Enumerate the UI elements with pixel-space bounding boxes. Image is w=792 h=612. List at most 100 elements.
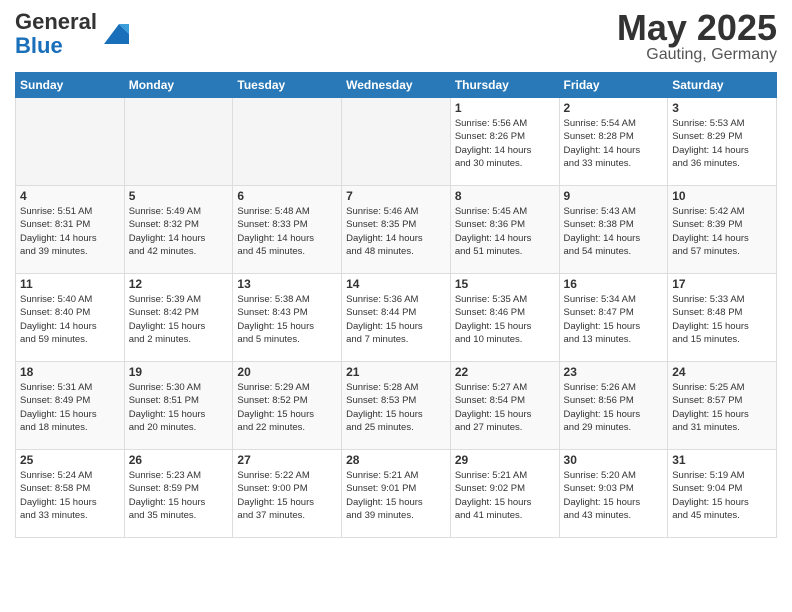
day-number: 3 (672, 101, 772, 115)
day-number: 23 (564, 365, 664, 379)
day-number: 31 (672, 453, 772, 467)
day-info: Sunrise: 5:38 AM Sunset: 8:43 PM Dayligh… (237, 293, 337, 346)
day-info: Sunrise: 5:34 AM Sunset: 8:47 PM Dayligh… (564, 293, 664, 346)
day-number: 24 (672, 365, 772, 379)
day-info: Sunrise: 5:27 AM Sunset: 8:54 PM Dayligh… (455, 381, 555, 434)
day-cell: 1 Sunrise: 5:56 AM Sunset: 8:26 PM Daylig… (450, 98, 559, 186)
day-cell: 14 Sunrise: 5:36 AM Sunset: 8:44 PM Dayli… (342, 274, 451, 362)
day-number: 9 (564, 189, 664, 203)
day-cell (16, 98, 125, 186)
day-cell: 18Sunrise: 5:31 AM Sunset: 8:49 PM Dayli… (16, 362, 125, 450)
day-number: 7 (346, 189, 446, 203)
col-header-friday: Friday (559, 73, 668, 98)
day-number: 22 (455, 365, 555, 379)
day-number: 14 (346, 277, 446, 291)
day-number: 4 (20, 189, 120, 203)
day-info: Sunrise: 5:30 AM Sunset: 8:51 PM Dayligh… (129, 381, 229, 434)
day-cell: 30 Sunrise: 5:20 AM Sunset: 9:03 PM Dayli… (559, 450, 668, 538)
day-info: Sunrise: 5:28 AM Sunset: 8:53 PM Dayligh… (346, 381, 446, 434)
day-number: 16 (564, 277, 664, 291)
day-info: Sunrise: 5:42 AM Sunset: 8:39 PM Dayligh… (672, 205, 772, 258)
header-row: SundayMondayTuesdayWednesdayThursdayFrid… (16, 73, 777, 98)
week-row-4: 18Sunrise: 5:31 AM Sunset: 8:49 PM Dayli… (16, 362, 777, 450)
day-number: 5 (129, 189, 229, 203)
day-number: 20 (237, 365, 337, 379)
header: General Blue May 2025 Gauting, Germany (15, 10, 777, 64)
col-header-thursday: Thursday (450, 73, 559, 98)
day-cell: 10 Sunrise: 5:42 AM Sunset: 8:39 PM Dayli… (668, 186, 777, 274)
day-info: Sunrise: 5:21 AM Sunset: 9:02 PM Dayligh… (455, 469, 555, 522)
day-number: 26 (129, 453, 229, 467)
day-number: 1 (455, 101, 555, 115)
day-info: Sunrise: 5:45 AM Sunset: 8:36 PM Dayligh… (455, 205, 555, 258)
day-cell: 3 Sunrise: 5:53 AM Sunset: 8:29 PM Daylig… (668, 98, 777, 186)
day-cell: 27 Sunrise: 5:22 AM Sunset: 9:00 PM Dayli… (233, 450, 342, 538)
day-cell: 31 Sunrise: 5:19 AM Sunset: 9:04 PM Dayli… (668, 450, 777, 538)
day-cell: 13 Sunrise: 5:38 AM Sunset: 8:43 PM Dayli… (233, 274, 342, 362)
day-number: 30 (564, 453, 664, 467)
day-number: 11 (20, 277, 120, 291)
day-cell (342, 98, 451, 186)
col-header-tuesday: Tuesday (233, 73, 342, 98)
day-cell: 16 Sunrise: 5:34 AM Sunset: 8:47 PM Dayli… (559, 274, 668, 362)
day-number: 21 (346, 365, 446, 379)
day-info: Sunrise: 5:24 AM Sunset: 8:58 PM Dayligh… (20, 469, 120, 522)
day-cell: 6 Sunrise: 5:48 AM Sunset: 8:33 PM Daylig… (233, 186, 342, 274)
day-cell: 7Sunrise: 5:46 AM Sunset: 8:35 PM Daylig… (342, 186, 451, 274)
col-header-sunday: Sunday (16, 73, 125, 98)
day-cell: 2 Sunrise: 5:54 AM Sunset: 8:28 PM Daylig… (559, 98, 668, 186)
day-cell: 23 Sunrise: 5:26 AM Sunset: 8:56 PM Dayli… (559, 362, 668, 450)
day-info: Sunrise: 5:36 AM Sunset: 8:44 PM Dayligh… (346, 293, 446, 346)
day-info: Sunrise: 5:19 AM Sunset: 9:04 PM Dayligh… (672, 469, 772, 522)
day-number: 12 (129, 277, 229, 291)
day-info: Sunrise: 5:49 AM Sunset: 8:32 PM Dayligh… (129, 205, 229, 258)
day-number: 8 (455, 189, 555, 203)
day-info: Sunrise: 5:26 AM Sunset: 8:56 PM Dayligh… (564, 381, 664, 434)
day-info: Sunrise: 5:53 AM Sunset: 8:29 PM Dayligh… (672, 117, 772, 170)
logo: General Blue (15, 10, 129, 58)
day-info: Sunrise: 5:21 AM Sunset: 9:01 PM Dayligh… (346, 469, 446, 522)
day-cell: 15 Sunrise: 5:35 AM Sunset: 8:46 PM Dayli… (450, 274, 559, 362)
day-number: 10 (672, 189, 772, 203)
col-header-saturday: Saturday (668, 73, 777, 98)
week-row-1: 1 Sunrise: 5:56 AM Sunset: 8:26 PM Daylig… (16, 98, 777, 186)
day-cell (124, 98, 233, 186)
week-row-5: 25 Sunrise: 5:24 AM Sunset: 8:58 PM Dayli… (16, 450, 777, 538)
day-number: 17 (672, 277, 772, 291)
week-row-3: 11 Sunrise: 5:40 AM Sunset: 8:40 PM Dayli… (16, 274, 777, 362)
day-number: 28 (346, 453, 446, 467)
day-info: Sunrise: 5:39 AM Sunset: 8:42 PM Dayligh… (129, 293, 229, 346)
day-cell: 29Sunrise: 5:21 AM Sunset: 9:02 PM Dayli… (450, 450, 559, 538)
day-cell: 17Sunrise: 5:33 AM Sunset: 8:48 PM Dayli… (668, 274, 777, 362)
day-cell: 20 Sunrise: 5:29 AM Sunset: 8:52 PM Dayli… (233, 362, 342, 450)
day-info: Sunrise: 5:25 AM Sunset: 8:57 PM Dayligh… (672, 381, 772, 434)
logo-general-text: General (15, 9, 97, 34)
day-cell: 9 Sunrise: 5:43 AM Sunset: 8:38 PM Daylig… (559, 186, 668, 274)
day-cell: 19Sunrise: 5:30 AM Sunset: 8:51 PM Dayli… (124, 362, 233, 450)
day-info: Sunrise: 5:54 AM Sunset: 8:28 PM Dayligh… (564, 117, 664, 170)
calendar-page: General Blue May 2025 Gauting, Germany S… (0, 0, 792, 548)
col-header-monday: Monday (124, 73, 233, 98)
day-info: Sunrise: 5:51 AM Sunset: 8:31 PM Dayligh… (20, 205, 120, 258)
day-number: 15 (455, 277, 555, 291)
day-info: Sunrise: 5:20 AM Sunset: 9:03 PM Dayligh… (564, 469, 664, 522)
day-number: 13 (237, 277, 337, 291)
logo-blue-text: Blue (15, 33, 63, 58)
day-cell: 4 Sunrise: 5:51 AM Sunset: 8:31 PM Daylig… (16, 186, 125, 274)
day-info: Sunrise: 5:40 AM Sunset: 8:40 PM Dayligh… (20, 293, 120, 346)
day-info: Sunrise: 5:56 AM Sunset: 8:26 PM Dayligh… (455, 117, 555, 170)
day-info: Sunrise: 5:31 AM Sunset: 8:49 PM Dayligh… (20, 381, 120, 434)
day-info: Sunrise: 5:35 AM Sunset: 8:46 PM Dayligh… (455, 293, 555, 346)
calendar-table: SundayMondayTuesdayWednesdayThursdayFrid… (15, 72, 777, 538)
day-number: 6 (237, 189, 337, 203)
day-info: Sunrise: 5:43 AM Sunset: 8:38 PM Dayligh… (564, 205, 664, 258)
day-number: 25 (20, 453, 120, 467)
day-info: Sunrise: 5:29 AM Sunset: 8:52 PM Dayligh… (237, 381, 337, 434)
col-header-wednesday: Wednesday (342, 73, 451, 98)
day-number: 27 (237, 453, 337, 467)
day-cell: 12 Sunrise: 5:39 AM Sunset: 8:42 PM Dayli… (124, 274, 233, 362)
day-cell: 21 Sunrise: 5:28 AM Sunset: 8:53 PM Dayli… (342, 362, 451, 450)
day-info: Sunrise: 5:22 AM Sunset: 9:00 PM Dayligh… (237, 469, 337, 522)
day-info: Sunrise: 5:48 AM Sunset: 8:33 PM Dayligh… (237, 205, 337, 258)
day-number: 2 (564, 101, 664, 115)
